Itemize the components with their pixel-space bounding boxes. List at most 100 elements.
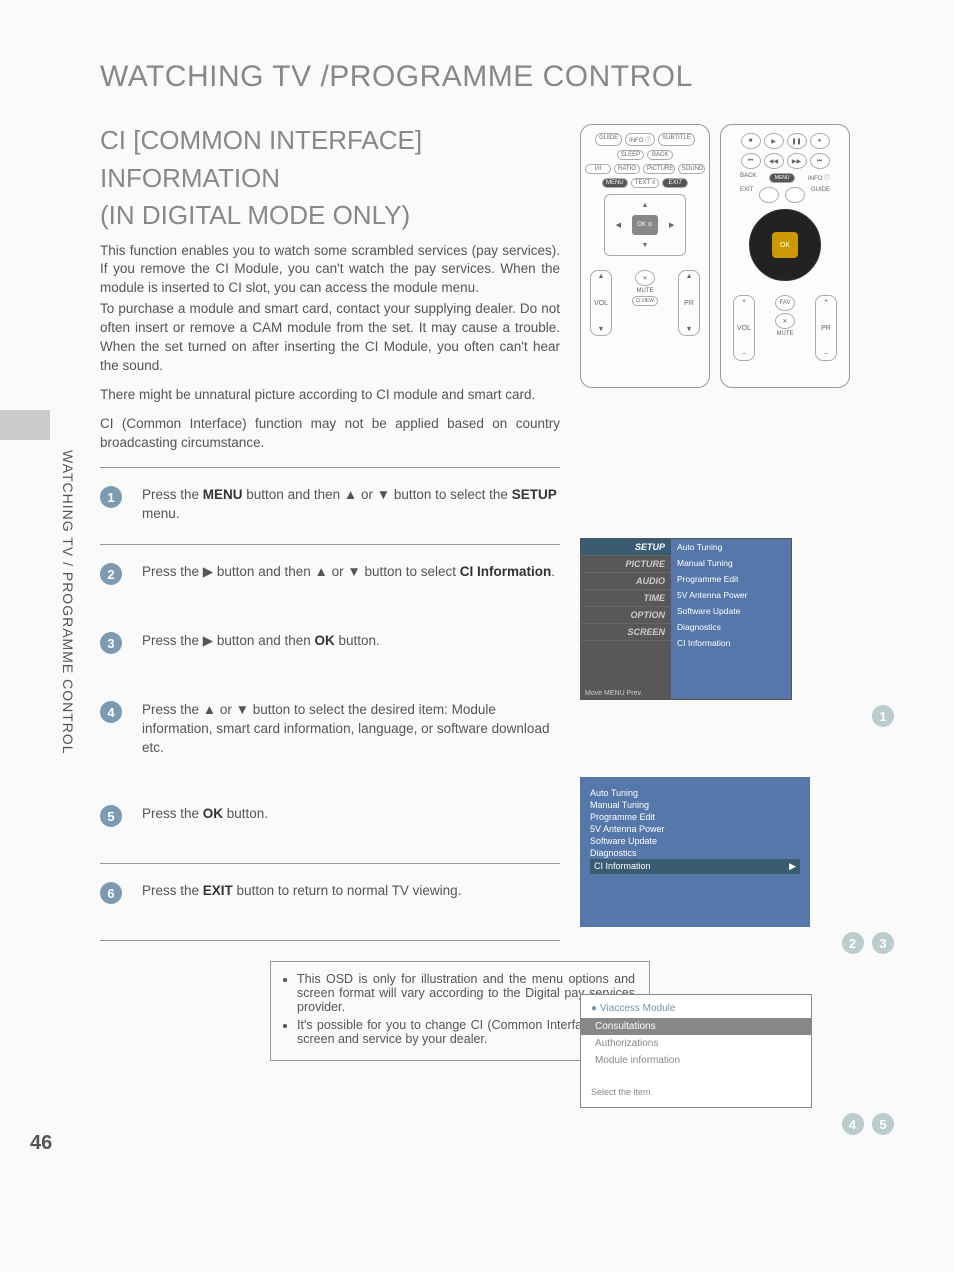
step-number-6: 6: [100, 882, 122, 904]
osd2-item: Auto Tuning: [590, 787, 800, 799]
btn-qview: Q.VIEW: [632, 296, 658, 306]
osd3-item-selected: Consultations: [581, 1018, 811, 1035]
osd1-item: Programme Edit: [671, 571, 791, 587]
page-number: 46: [30, 1132, 52, 1155]
intro-para-4: CI (Common Interface) function may not b…: [100, 415, 560, 453]
step-text-3: Press the ▶ button and then OK button.: [142, 632, 380, 654]
media-record-icon: ●: [810, 133, 830, 149]
remote-2: ■ ▶ ❚❚ ● ⏮ ◀◀ ▶▶ ⏭ BACK MENU INFO ⓘ: [720, 124, 850, 388]
osd1-picture: PICTURE: [581, 556, 671, 573]
osd1-setup: SETUP: [581, 539, 671, 556]
blank-round-2: [785, 187, 805, 203]
section-heading-line1: CI [COMMON INTERFACE]: [100, 124, 560, 157]
osd2-item: Programme Edit: [590, 811, 800, 823]
step-text-4: Press the ▲ or ▼ button to select the de…: [142, 701, 560, 758]
osd1-categories: SETUP PICTURE AUDIO TIME OPTION SCREEN: [581, 539, 671, 699]
osd-menu-2: Auto Tuning Manual Tuning Programme Edit…: [580, 777, 810, 927]
side-tab: [0, 410, 50, 440]
remote-illustrations: GUIDE INFO ⓘ SUBTITLE SLEEP BACK I/II RA…: [580, 124, 894, 388]
steps-list: 1 Press the MENU button and then ▲ or ▼ …: [100, 467, 560, 941]
osd1-audio: AUDIO: [581, 573, 671, 590]
osd3-item: Authorizations: [581, 1035, 811, 1052]
btn-back: BACK: [647, 150, 673, 160]
step-2: 2 Press the ▶ button and then ▲ or ▼ but…: [100, 544, 560, 622]
osd1-item: Software Update: [671, 603, 791, 619]
btn-picture: PICTURE: [643, 164, 675, 174]
media-prev-icon: ⏮: [741, 153, 761, 169]
dpad-left-icon: ◀: [605, 215, 632, 235]
media-ff-icon: ▶▶: [787, 153, 807, 169]
dpad-2: OK: [749, 209, 821, 281]
step-text-5: Press the OK button.: [142, 805, 560, 824]
btn-menu-2: MENU: [769, 173, 795, 183]
side-section-label: WATCHING TV / PROGRAMME CONTROL: [60, 450, 76, 755]
btn-fav: FAV: [775, 295, 795, 311]
osd2-item: 5V Antenna Power: [590, 823, 800, 835]
osd1-option: OPTION: [581, 607, 671, 624]
step-number-5: 5: [100, 805, 122, 827]
osd2-module-label: Module: [844, 845, 874, 855]
osd1-item: 5V Antenna Power: [671, 587, 791, 603]
step-5: 5 Press the OK button.: [100, 795, 560, 863]
osd3-item: Module information: [581, 1052, 811, 1069]
btn-exit: EXIT: [662, 178, 688, 188]
guide-label: GUIDE: [811, 187, 830, 203]
step-text-6: Press the EXIT button to return to norma…: [142, 882, 560, 901]
btn-ok: OK ⊙: [632, 215, 659, 235]
step-number-4: 4: [100, 701, 122, 723]
osd1-item: Auto Tuning: [671, 539, 791, 555]
vol-rocker: ▲VOL▼: [590, 270, 612, 336]
step-number-2: 2: [100, 563, 122, 585]
osd2-item: Manual Tuning: [590, 799, 800, 811]
media-play-icon: ▶: [764, 133, 784, 149]
osd1-item: Diagnostics: [671, 619, 791, 635]
btn-text: TEXT ≡: [631, 178, 659, 188]
marker-3: 3: [872, 932, 894, 954]
section-heading-line3: (IN DIGITAL MODE ONLY): [100, 199, 560, 232]
dpad-right-icon: ▶: [658, 215, 685, 235]
step-text-2: Press the ▶ button and then ▲ or ▼ butto…: [142, 563, 555, 585]
step-3: 3 Press the ▶ button and then OK button.: [100, 622, 560, 691]
dpad-up-icon: ▲: [632, 195, 659, 215]
osd2-item: Diagnostics: [590, 847, 800, 859]
media-pause-icon: ❚❚: [787, 133, 807, 149]
mute-label-2: MUTE: [777, 331, 794, 337]
media-stop-icon: ■: [741, 133, 761, 149]
step-4: 4 Press the ▲ or ▼ button to select the …: [100, 691, 560, 795]
osd3-footer: Select the item: [581, 1081, 811, 1103]
step-text-1: Press the MENU button and then ▲ or ▼ bu…: [142, 486, 560, 524]
intro-para-3: There might be unnatural picture accordi…: [100, 386, 560, 405]
step-6: 6 Press the EXIT button to return to nor…: [100, 863, 560, 941]
osd-menu-1: SETUP PICTURE AUDIO TIME OPTION SCREEN A…: [580, 538, 792, 700]
osd1-item: Manual Tuning: [671, 555, 791, 571]
btn-i-ii: I/II: [585, 164, 611, 174]
btn-ok-2: OK: [772, 232, 798, 258]
step-number-1: 1: [100, 486, 122, 508]
step-1: 1 Press the MENU button and then ▲ or ▼ …: [100, 467, 560, 544]
osd1-footer: Move MENU Prev.: [581, 688, 646, 699]
btn-subtitle: SUBTITLE: [658, 133, 695, 146]
dpad-down-icon: ▼: [632, 235, 659, 255]
mute-label: MUTE: [637, 288, 654, 294]
step-number-3: 3: [100, 632, 122, 654]
info-label: INFO ⓘ: [808, 173, 830, 183]
osd1-screen: SCREEN: [581, 624, 671, 641]
back-label: BACK: [740, 173, 756, 183]
remote-1: GUIDE INFO ⓘ SUBTITLE SLEEP BACK I/II RA…: [580, 124, 710, 388]
osd-menu-3: ●Viaccess Module Consultations Authoriza…: [580, 994, 812, 1108]
blank-round-1: [759, 187, 779, 203]
section-heading-line2: INFORMATION: [100, 162, 560, 195]
btn-guide: GUIDE: [595, 133, 622, 146]
chevron-right-icon: ▶: [789, 861, 796, 872]
btn-sound: SOUND: [678, 164, 705, 174]
media-next-icon: ⏭: [810, 153, 830, 169]
exit-label: EXIT: [740, 187, 753, 203]
btn-ratio: RATIO: [614, 164, 640, 174]
btn-mute-2-icon: ✕: [775, 313, 795, 329]
osd2-item: Software Update: [590, 835, 800, 847]
pr-rocker: ▲PR▼: [678, 270, 700, 336]
marker-1: 1: [872, 705, 894, 727]
vol-rocker-2: +VOL−: [733, 295, 755, 361]
osd1-time: TIME: [581, 590, 671, 607]
marker-5: 5: [872, 1113, 894, 1135]
